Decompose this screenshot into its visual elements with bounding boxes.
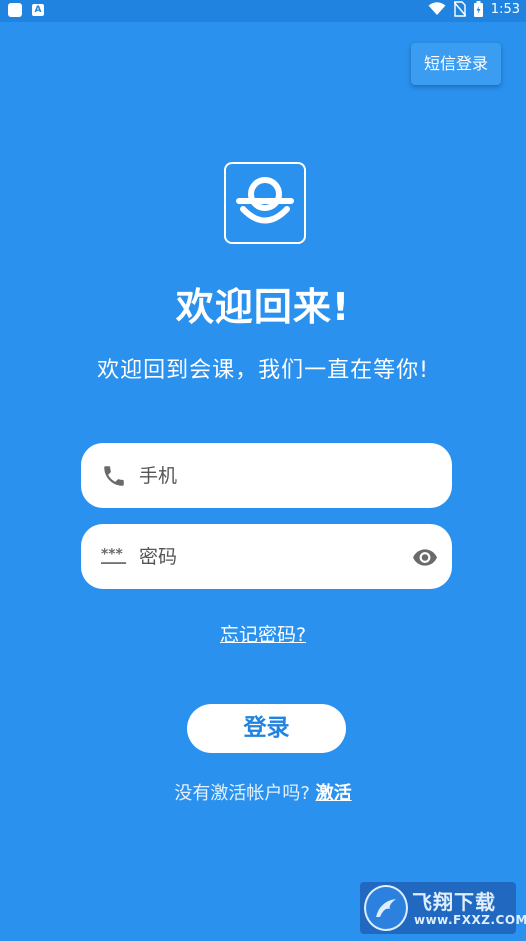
activate-prompt: 没有激活帐户吗? [174,783,310,804]
activate-row: 没有激活帐户吗? 激活 [0,779,526,805]
watermark-title: 飞翔下载 [412,890,496,914]
wifi-icon [428,2,446,15]
status-time: 1:53 [490,1,520,17]
watermark: 飞翔下载 www.FXXZ.COM [360,882,526,934]
phone-icon [104,466,124,486]
huike-logo-icon [236,177,294,224]
svg-text:***: *** [101,547,123,563]
sms-login-button[interactable]: 短信登录 [411,43,501,85]
status-bar: A 1:53 [0,0,526,22]
welcome-title: 欢迎回来! [175,285,351,329]
app-logo [224,162,306,244]
watermark-url: www.FXXZ.COM [414,913,526,927]
eye-icon[interactable] [412,544,438,570]
forgot-password-link[interactable]: 忘记密码? [220,624,306,646]
activate-link[interactable]: 激活 [316,783,352,804]
password-field[interactable]: *** [81,524,452,589]
no-sim-icon [453,1,466,17]
status-right-icons: 1:53 [428,1,520,17]
status-left-icons: A [8,3,44,17]
welcome-subtitle: 欢迎回到会课，我们一直在等你! [97,358,429,383]
password-dots-icon: *** [101,547,127,564]
watermark-logo-icon [364,885,408,931]
phone-input[interactable] [139,443,399,508]
battery-icon [473,1,483,17]
app-square-icon [8,3,22,17]
login-button[interactable]: 登录 [187,704,346,753]
a-icon: A [32,4,44,16]
forgot-password-row: 忘记密码? [0,620,526,647]
phone-field[interactable] [81,443,452,508]
password-input[interactable] [139,524,399,589]
